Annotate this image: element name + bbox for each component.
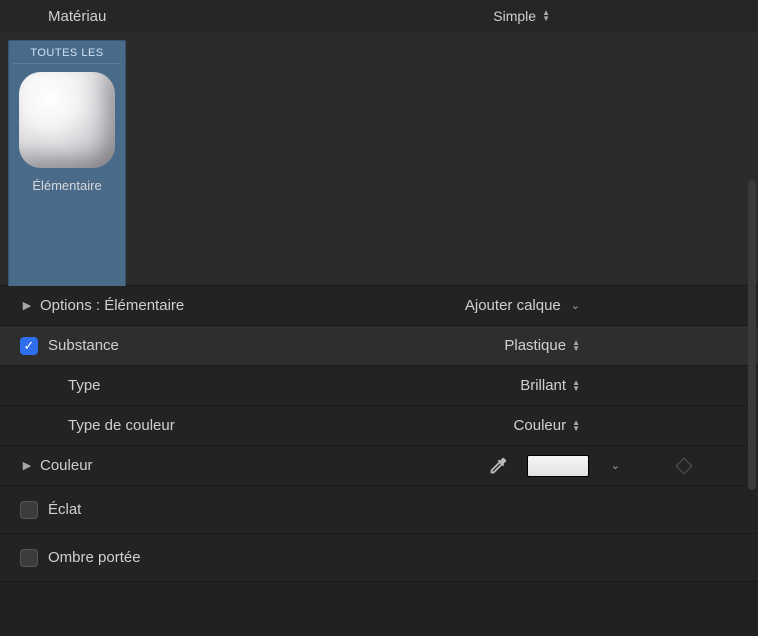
type-row: Type Brillant ▲▼ [0,366,758,406]
material-preview-icon [19,72,115,168]
color-type-row: Type de couleur Couleur ▲▼ [0,406,758,446]
keyframe-diamond-icon[interactable] [676,457,693,474]
substance-checkbox[interactable]: ✓ [20,337,38,355]
substance-row: ✓ Substance Plastique ▲▼ [0,326,758,366]
chevron-down-icon: ⌄ [571,299,580,312]
options-row: ▶ Options : Élémentaire Ajouter calque ⌄ [0,286,758,326]
type-label: Type [40,377,101,394]
color-type-popup[interactable]: Couleur ▲▼ [514,417,750,434]
updown-icon: ▲▼ [572,380,580,392]
material-thumbnails: TOUTES LES Élémentaire [0,32,758,286]
color-label: Couleur [40,457,93,474]
header-label: Matériau [8,8,106,25]
thumbnail-header: TOUTES LES [13,47,121,64]
thumbnail-label: Élémentaire [32,178,101,193]
type-value: Brillant [520,377,566,394]
updown-icon: ▲▼ [542,10,550,22]
eyedropper-icon[interactable] [487,455,509,477]
color-well[interactable] [527,455,589,477]
material-mode-popup[interactable]: Simple ▲▼ [493,8,750,24]
color-type-value: Couleur [514,417,567,434]
eclat-checkbox[interactable] [20,501,38,519]
add-layer-popup[interactable]: Ajouter calque ⌄ [465,297,750,314]
eclat-label: Éclat [48,501,81,518]
options-label: Options : Élémentaire [40,297,184,314]
shadow-row: Ombre portée [0,534,758,582]
eclat-row: Éclat [0,486,758,534]
material-mode-value: Simple [493,8,536,24]
shadow-checkbox[interactable] [20,549,38,567]
substance-label: Substance [48,337,119,354]
vertical-scrollbar[interactable] [748,180,756,490]
inspector-header: Matériau Simple ▲▼ [0,0,758,32]
add-layer-label: Ajouter calque [465,297,561,314]
type-popup[interactable]: Brillant ▲▼ [520,377,750,394]
updown-icon: ▲▼ [572,420,580,432]
updown-icon: ▲▼ [572,340,580,352]
disclosure-triangle-icon[interactable]: ▶ [20,459,34,472]
chevron-down-icon[interactable]: ⌄ [611,459,620,472]
substance-popup[interactable]: Plastique ▲▼ [504,337,750,354]
color-row: ▶ Couleur ⌄ [0,446,758,486]
substance-value: Plastique [504,337,566,354]
disclosure-triangle-icon[interactable]: ▶ [20,299,34,312]
color-type-label: Type de couleur [40,417,175,434]
shadow-label: Ombre portée [48,549,141,566]
material-thumbnail-card[interactable]: TOUTES LES Élémentaire [8,40,126,290]
